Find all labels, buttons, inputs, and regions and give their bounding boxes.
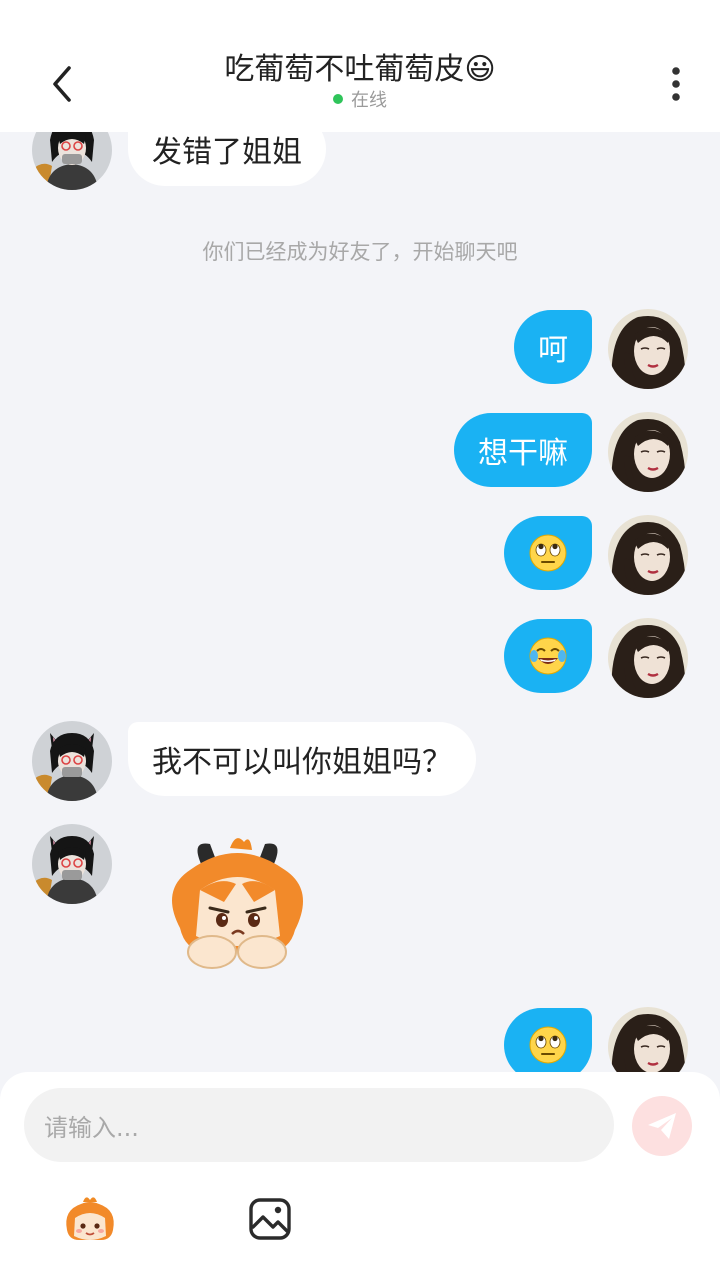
my-avatar[interactable] (608, 412, 688, 492)
my-avatar[interactable] (608, 309, 688, 389)
message-bubble-friend[interactable]: 我不可以叫你姐姐吗？ (128, 722, 476, 796)
friend-avatar[interactable] (32, 132, 112, 190)
my-avatar[interactable] (608, 1007, 688, 1072)
online-status-label: 在线 (351, 90, 387, 111)
system-notice: 你们已经成为好友了，开始聊天吧 (202, 240, 518, 264)
sticker-button[interactable] (60, 1194, 120, 1244)
friend-avatar[interactable] (32, 824, 112, 904)
my-avatar[interactable] (608, 618, 688, 698)
eye-roll-emoji-icon (528, 533, 568, 573)
message-bubble-me[interactable]: 呵 (514, 310, 592, 384)
message-bubble-me[interactable] (504, 1008, 592, 1072)
online-dot-icon (333, 94, 343, 104)
sticker-icon (66, 1197, 114, 1240)
message-input[interactable]: 请输入... (24, 1088, 614, 1162)
send-icon (648, 1113, 676, 1139)
message-bubble-me[interactable]: 想干嘛 (454, 413, 592, 487)
message-list[interactable]: 发错了姐姐 你们已经成为好友了，开始聊天吧 呵 想干嘛 我不可以叫你姐姐吗？ (0, 132, 720, 1072)
chat-title: 吃葡萄不吐葡萄皮😃 (224, 52, 496, 87)
more-options-button[interactable] (654, 62, 698, 106)
message-bubble-me[interactable] (504, 619, 592, 693)
image-button[interactable] (240, 1194, 300, 1244)
friend-avatar[interactable] (32, 721, 112, 801)
message-bubble-me[interactable] (504, 516, 592, 590)
tears-of-joy-emoji-icon (528, 636, 568, 676)
pouting-cat-girl-sticker-icon (172, 838, 303, 969)
input-bar: 请输入... (0, 1072, 720, 1280)
image-icon (249, 1198, 291, 1240)
my-avatar[interactable] (608, 515, 688, 595)
chat-header: 吃葡萄不吐葡萄皮😃 在线 (0, 0, 720, 132)
send-button[interactable] (632, 1096, 692, 1156)
more-vertical-icon (672, 67, 680, 101)
sticker-message[interactable] (150, 830, 325, 980)
online-status: 在线 (0, 88, 720, 114)
eye-roll-emoji-icon (528, 1025, 568, 1065)
message-bubble-friend[interactable]: 发错了姐姐 (128, 132, 326, 186)
